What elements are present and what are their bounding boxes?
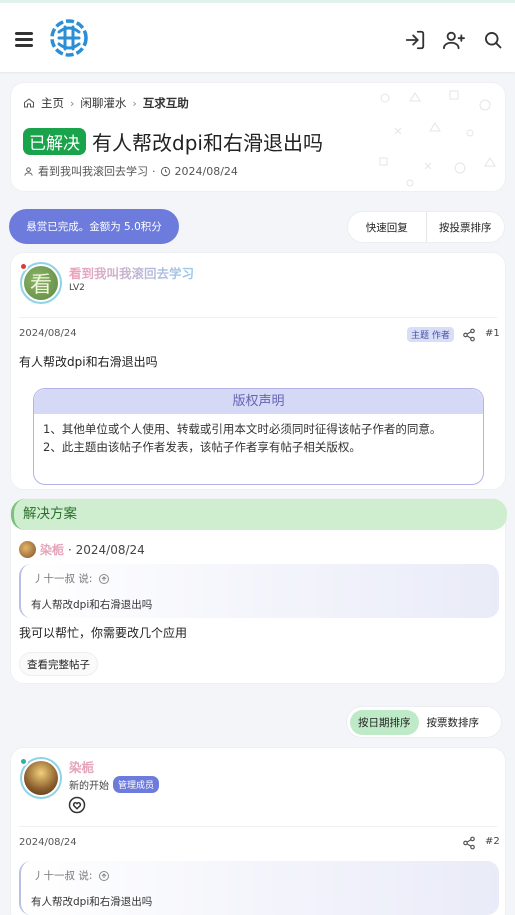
reply-username[interactable]: 染栀 xyxy=(69,757,94,776)
site-logo[interactable] xyxy=(48,17,90,59)
thread-header-card: 主页 › 闲聊灌水 › 互求互助 已解决 有人帮改dpi和右滑退出吗 看到我叫我… xyxy=(10,82,506,192)
share-icon[interactable] xyxy=(462,328,476,342)
status-dot xyxy=(19,757,28,766)
clock-icon xyxy=(160,166,170,176)
quote-block: 丿十一叔 说: 有人帮改dpi和右滑退出吗 xyxy=(19,564,499,618)
solution-date: · 2024/08/24 xyxy=(68,542,145,557)
sort-by-votes-button[interactable]: 按投票排序 xyxy=(427,220,505,235)
quote-header: 丿十一叔 说: xyxy=(33,571,110,586)
thread-date: 2024/08/24 xyxy=(174,164,238,178)
heart-icon[interactable] xyxy=(68,796,86,814)
divider xyxy=(19,317,497,318)
sort-by-date-button[interactable]: 按日期排序 xyxy=(350,709,419,735)
copyright-body: 1、其他单位或个人使用、转载或引用本文时必须同时征得该帖子作者的同意。 2、此主… xyxy=(34,414,483,463)
avatar-image xyxy=(24,761,58,795)
copyright-line: 2、此主题由该帖子作者发表，该帖子作者享有帖子相关版权。 xyxy=(43,439,361,454)
top-navbar xyxy=(0,0,515,72)
hamburger-menu-icon[interactable] xyxy=(10,25,38,53)
copyright-title: 版权声明 xyxy=(34,389,483,414)
decorative-pattern xyxy=(379,90,496,187)
quick-reply-button[interactable]: 快速回复 xyxy=(348,220,426,235)
user-icon xyxy=(24,166,33,176)
post-number[interactable]: #2 xyxy=(485,836,500,847)
thread-meta: 看到我叫我滚回去学习 · 2024/08/24 xyxy=(23,163,238,179)
role-badge: 管理成员 xyxy=(113,776,160,793)
copyright-line: 1、其他单位或个人使用、转载或引用本文时必须同时征得该帖子作者的同意。 xyxy=(43,422,442,436)
breadcrumb-home[interactable]: 主页 xyxy=(41,95,64,111)
home-icon xyxy=(24,98,34,108)
share-icon[interactable] xyxy=(462,836,476,850)
quote-block: 丿十一叔 说: 有人帮改dpi和右滑退出吗 xyxy=(19,861,499,915)
post-number[interactable]: #1 xyxy=(485,328,500,339)
avatar[interactable] xyxy=(19,541,36,558)
thread-author[interactable]: 看到我叫我滚回去学习 xyxy=(38,163,148,179)
reward-status-button[interactable]: 悬赏已完成。金额为 5.0积分 xyxy=(9,209,179,244)
divider xyxy=(19,826,497,827)
post-date: 2024/08/24 xyxy=(19,328,77,339)
post-date: 2024/08/24 xyxy=(19,837,77,848)
post-body: 有人帮改dpi和右滑退出吗 xyxy=(19,355,158,369)
arrow-up-circle-icon[interactable] xyxy=(98,870,110,882)
quote-text: 有人帮改dpi和右滑退出吗 xyxy=(31,896,153,908)
sort-by-votes-toggle[interactable]: 按票数排序 xyxy=(419,710,488,735)
breadcrumb-forum[interactable]: 闲聊灌水 xyxy=(80,95,126,111)
avatar-image: 看 xyxy=(24,266,58,300)
quote-text: 有人帮改dpi和右滑退出吗 xyxy=(31,599,153,611)
login-icon[interactable] xyxy=(402,27,428,53)
user-level: LV2 xyxy=(69,283,85,293)
solution-reply-text: 我可以帮忙，你需要改几个应用 xyxy=(19,626,188,640)
user-title-row: 新的开始 管理成员 xyxy=(69,776,160,793)
thread-title-row: 已解决 有人帮改dpi和右滑退出吗 xyxy=(23,127,323,156)
view-full-post-button[interactable]: 查看完整帖子 xyxy=(19,652,98,676)
post-username[interactable]: 看到我叫我滚回去学习 xyxy=(69,263,194,282)
thread-title: 有人帮改dpi和右滑退出吗 xyxy=(92,131,323,155)
arrow-up-circle-icon[interactable] xyxy=(98,573,110,585)
search-icon[interactable] xyxy=(480,27,506,53)
copyright-notice: 版权声明 1、其他单位或个人使用、转载或引用本文时必须同时征得该帖子作者的同意。… xyxy=(33,388,484,485)
quote-user[interactable]: 丿十一叔 说: xyxy=(33,571,92,586)
meta-separator: · xyxy=(152,164,156,178)
thread-action-group: 快速回复 按投票排序 xyxy=(347,211,505,243)
solution-meta: 染栀 · 2024/08/24 xyxy=(19,541,145,558)
chevron-right-icon: › xyxy=(132,96,137,110)
sort-toggle: 按日期排序 按票数排序 xyxy=(346,706,502,738)
quote-header: 丿十一叔 说: xyxy=(33,868,110,883)
breadcrumb-current[interactable]: 互求互助 xyxy=(143,95,189,111)
register-user-icon[interactable] xyxy=(440,27,468,53)
author-tag: 主题 作者 xyxy=(407,327,454,342)
reply-post-card: 染栀 新的开始 管理成员 2024/08/24 #2 丿十一叔 说: 有人帮改d… xyxy=(10,747,506,915)
solution-heading: 解决方案 xyxy=(11,499,507,530)
status-dot xyxy=(19,262,28,271)
solution-card: 解决方案 染栀 · 2024/08/24 丿十一叔 说: 有人帮改dpi和右滑退… xyxy=(10,498,507,684)
user-title: 新的开始 xyxy=(69,781,109,792)
solution-username[interactable]: 染栀 xyxy=(40,541,64,558)
quote-user[interactable]: 丿十一叔 说: xyxy=(33,868,92,883)
solved-badge: 已解决 xyxy=(23,128,86,155)
first-post-card: 看 看到我叫我滚回去学习 LV2 2024/08/24 主题 作者 #1 有人帮… xyxy=(10,252,506,490)
breadcrumb: 主页 › 闲聊灌水 › 互求互助 xyxy=(23,95,189,111)
chevron-right-icon: › xyxy=(70,96,75,110)
